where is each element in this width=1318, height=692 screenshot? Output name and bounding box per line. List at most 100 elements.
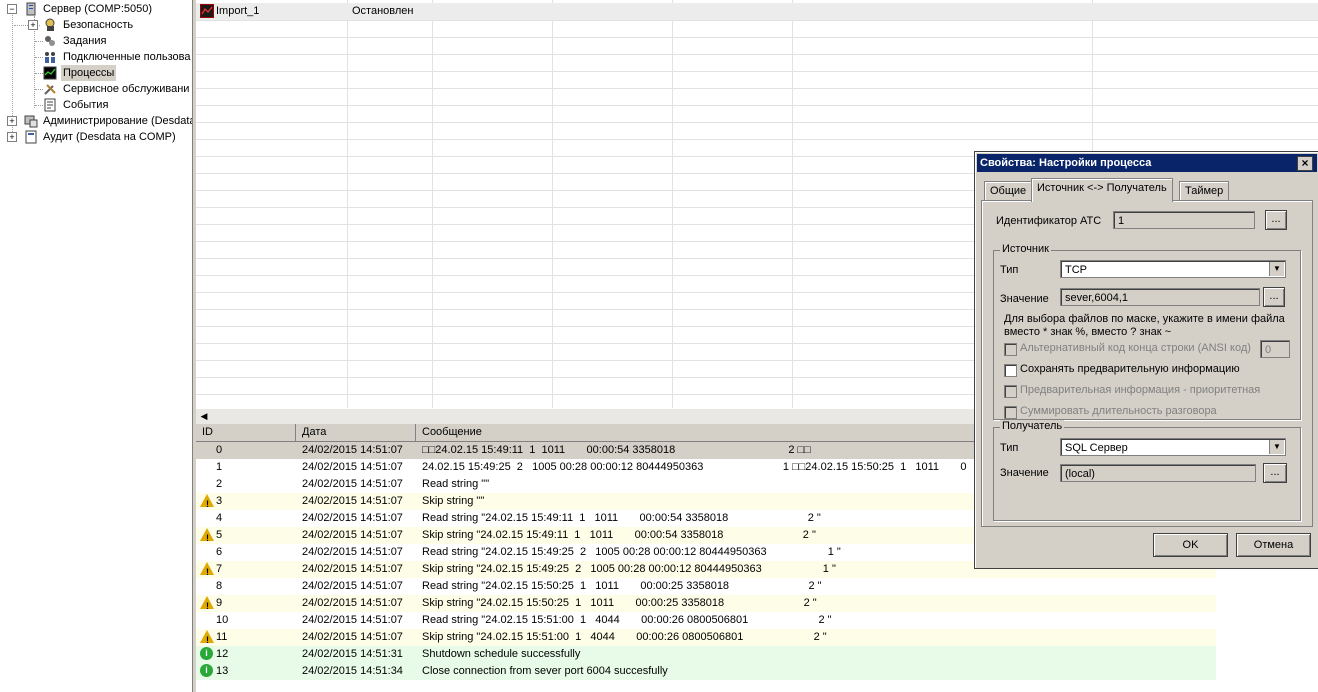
- tree-item-maintenance[interactable]: Сервисное обслуживани: [0, 81, 192, 97]
- alt-code-checkbox[interactable]: [1004, 343, 1017, 356]
- log-date: 24/02/2015 14:51:07: [302, 614, 403, 626]
- dest-browse-button[interactable]: ...: [1263, 463, 1287, 483]
- save-prelim-label: Сохранять предварительную информацию: [1020, 363, 1240, 375]
- log-id: 5: [216, 529, 223, 541]
- warning-icon: !: [200, 630, 214, 645]
- tab-source-dest[interactable]: Источник <-> Получатель: [1031, 178, 1173, 202]
- tree-node-audit[interactable]: + Аудит (Desdata на COMP): [0, 129, 192, 145]
- tab-general[interactable]: Общие: [984, 181, 1033, 201]
- tree-label: Задания: [63, 35, 107, 47]
- grid-empty-row: [196, 88, 1318, 106]
- dest-value-label: Значение: [1000, 467, 1049, 479]
- warning-icon: !: [200, 562, 214, 577]
- security-icon: [45, 18, 55, 31]
- tab-timer[interactable]: Таймер: [1179, 181, 1230, 201]
- log-date: 24/02/2015 14:51:07: [302, 563, 403, 575]
- chevron-down-icon[interactable]: ▼: [1269, 440, 1284, 454]
- grid-empty-row: [196, 37, 1318, 55]
- audit-icon: [25, 130, 37, 144]
- log-message: Skip string "24.02.15 15:49:25 2 1005 00…: [422, 563, 836, 575]
- atc-browse-button[interactable]: ...: [1265, 210, 1287, 230]
- log-id: 9: [216, 597, 223, 609]
- close-icon[interactable]: ×: [1297, 156, 1313, 171]
- cancel-button[interactable]: Отмена: [1236, 533, 1311, 557]
- dialog-title-text: Свойства: Настройки процесса: [980, 157, 1152, 169]
- log-message: Read string "": [422, 478, 490, 490]
- log-id: 3: [216, 495, 223, 507]
- tree-item-security[interactable]: + Безопасность: [0, 17, 192, 33]
- log-message: Skip string "": [422, 495, 485, 507]
- destination-group: Получатель Тип SQL Сервер ▼ Значение (lo…: [993, 420, 1301, 521]
- tree-label: Администрирование (Desdata: [43, 115, 193, 127]
- log-id: 10: [216, 614, 229, 626]
- log-date: 24/02/2015 14:51:07: [302, 597, 403, 609]
- log-row[interactable]: 8 24/02/2015 14:51:07 Read string "24.02.1…: [196, 578, 1216, 595]
- collapse-icon[interactable]: −: [7, 4, 17, 14]
- tree-label: Сервер (COMP:5050): [43, 3, 153, 15]
- tree-item-users[interactable]: Подключенные пользова: [0, 49, 192, 65]
- process-status: Остановлен: [352, 5, 414, 17]
- column-header-date[interactable]: Дата: [296, 424, 416, 441]
- log-id: 13: [216, 665, 229, 677]
- prelim-priority-checkbox[interactable]: [1004, 385, 1017, 398]
- warning-icon: !: [200, 596, 214, 611]
- atc-field[interactable]: 1: [1113, 211, 1255, 229]
- alt-code-field[interactable]: 0: [1260, 340, 1290, 358]
- tree-node-server[interactable]: − Сервер (COMP:5050): [0, 1, 192, 17]
- grid-empty-row: [196, 122, 1318, 140]
- log-date: 24/02/2015 14:51:07: [302, 546, 403, 558]
- log-message: Read string "24.02.15 15:50:25 1 1011 00…: [422, 580, 822, 592]
- log-message: Read string "24.02.15 15:51:00 1 4044 00…: [422, 614, 832, 626]
- grid-empty-row: [196, 54, 1318, 72]
- grid-empty-row: [196, 20, 1318, 38]
- tree-line: [35, 73, 43, 74]
- grid-empty-row: [196, 71, 1318, 89]
- expand-icon[interactable]: +: [7, 116, 17, 126]
- tree-label: Аудит (Desdata на COMP): [43, 131, 176, 143]
- log-date: 24/02/2015 14:51:07: [302, 478, 403, 490]
- source-value-field[interactable]: sever,6004,1: [1060, 288, 1260, 306]
- ok-button[interactable]: OK: [1153, 533, 1228, 557]
- tree-item-processes[interactable]: Процессы: [0, 65, 192, 81]
- column-header-id[interactable]: ID: [196, 424, 296, 441]
- tree-line: [35, 105, 43, 106]
- log-id: 12: [216, 648, 229, 660]
- source-type-select[interactable]: TCP ▼: [1060, 260, 1286, 278]
- tree-item-events[interactable]: События: [0, 97, 192, 113]
- tasks-icon: [45, 36, 55, 46]
- source-group: Источник Тип TCP ▼ Значение sever,6004,1…: [993, 243, 1301, 420]
- log-date: 24/02/2015 14:51:07: [302, 580, 403, 592]
- dest-type-select[interactable]: SQL Сервер ▼: [1060, 438, 1286, 456]
- info-icon: i: [200, 647, 213, 660]
- tree-item-tasks[interactable]: Задания: [0, 33, 192, 49]
- expand-icon[interactable]: +: [7, 132, 17, 142]
- save-prelim-checkbox[interactable]: [1004, 364, 1017, 377]
- log-row[interactable]: i 13 24/02/2015 14:51:34 Close connection f…: [196, 663, 1216, 680]
- log-message: Skip string "24.02.15 15:50:25 1 1011 00…: [422, 597, 817, 609]
- log-id: 0: [216, 444, 223, 456]
- source-type-label: Тип: [1000, 264, 1019, 276]
- tree-node-admin[interactable]: + Администрирование (Desdata: [0, 113, 192, 129]
- properties-dialog: Свойства: Настройки процесса × Общие Ист…: [974, 151, 1318, 569]
- alt-code-label: Альтернативный код конца строки (ANSI ко…: [1020, 342, 1251, 354]
- log-row[interactable]: ! 11 24/02/2015 14:51:07 Skip string "24.02…: [196, 629, 1216, 646]
- log-row[interactable]: ! 9 24/02/2015 14:51:07 Skip string "24.02.…: [196, 595, 1216, 612]
- dialog-title: Свойства: Настройки процесса ×: [977, 154, 1317, 172]
- log-date: 24/02/2015 14:51:07: [302, 461, 403, 473]
- tools-icon: [44, 84, 56, 95]
- log-id: 6: [216, 546, 223, 558]
- log-id: 4: [216, 512, 223, 524]
- log-date: 24/02/2015 14:51:34: [302, 665, 403, 677]
- source-browse-button[interactable]: ...: [1263, 287, 1285, 307]
- log-row[interactable]: 10 24/02/2015 14:51:07 Read string "24.02.…: [196, 612, 1216, 629]
- sum-duration-checkbox[interactable]: [1004, 406, 1017, 419]
- process-row[interactable]: Import_1 Остановлен: [196, 3, 1318, 21]
- process-name: Import_1: [216, 5, 260, 17]
- chevron-down-icon[interactable]: ▼: [1269, 262, 1284, 276]
- dest-value-field[interactable]: (local): [1060, 464, 1256, 482]
- scroll-left-icon[interactable]: ◀: [198, 410, 210, 422]
- log-date: 24/02/2015 14:51:07: [302, 529, 403, 541]
- log-id: 1: [216, 461, 223, 473]
- log-row[interactable]: i 12 24/02/2015 14:51:31 Shutdown schedule …: [196, 646, 1216, 663]
- expand-icon[interactable]: +: [28, 20, 38, 30]
